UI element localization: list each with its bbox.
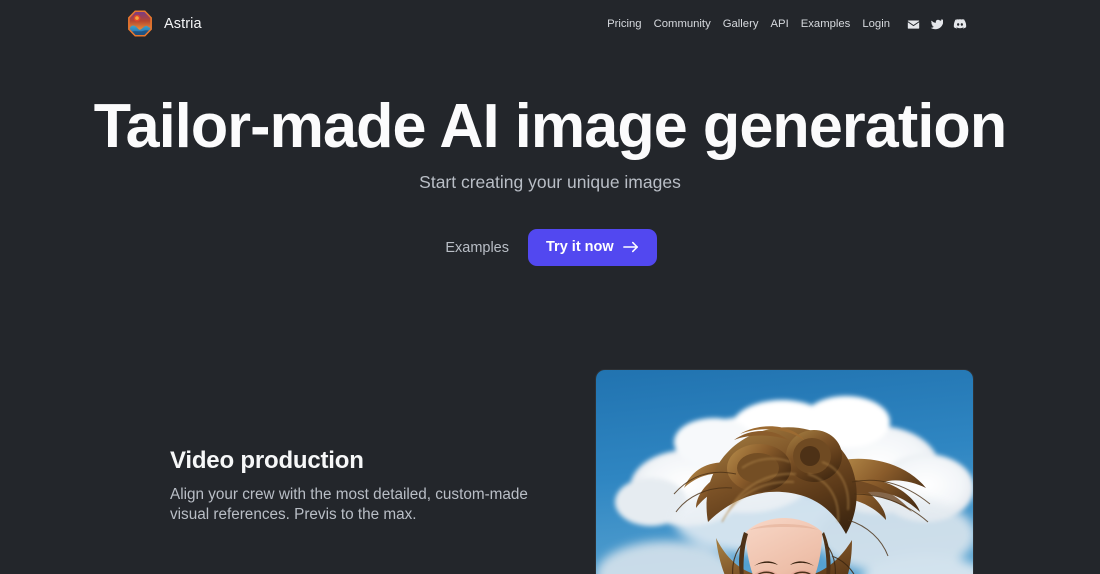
landing-page: Astria Pricing Community Gallery API Exa… — [0, 0, 1100, 574]
social-links — [902, 17, 972, 31]
arrow-right-icon — [622, 240, 639, 254]
brand-home-link[interactable]: Astria — [128, 10, 202, 37]
nav-link-examples[interactable]: Examples — [795, 17, 857, 31]
nav-link-api[interactable]: API — [765, 17, 795, 31]
feature-generated-image — [596, 370, 973, 574]
feature-video-production: Video production Align your crew with th… — [0, 370, 1100, 574]
site-header: Astria Pricing Community Gallery API Exa… — [0, 0, 1100, 47]
astria-octagon-logo-icon — [128, 10, 152, 37]
astria-octagon-logo-svg — [128, 10, 152, 37]
nav-link-community[interactable]: Community — [648, 17, 717, 31]
envelope-icon — [907, 18, 920, 31]
discord-link[interactable] — [948, 17, 972, 31]
primary-navigation: Pricing Community Gallery API Examples L… — [601, 17, 972, 31]
twitter-icon — [930, 18, 943, 31]
nav-link-login[interactable]: Login — [856, 17, 896, 31]
nav-link-gallery[interactable]: Gallery — [717, 17, 765, 31]
hero-subtitle: Start creating your unique images — [419, 172, 681, 192]
feature-title: Video production — [170, 447, 364, 474]
try-it-now-button[interactable]: Try it now — [528, 229, 657, 266]
page-title: Tailor-made AI image generation — [93, 92, 1007, 161]
try-it-now-label: Try it now — [546, 239, 614, 255]
feature-body: Align your crew with the most detailed, … — [170, 486, 528, 523]
discord-icon — [953, 17, 967, 31]
feature-image-card[interactable] — [596, 370, 973, 574]
feature-text-block: Video production Align your crew with th… — [170, 446, 540, 524]
brand-name: Astria — [164, 15, 202, 32]
nav-link-pricing[interactable]: Pricing — [601, 17, 648, 31]
hero-examples-link[interactable]: Examples — [443, 234, 511, 262]
twitter-link[interactable] — [925, 18, 948, 31]
hero-cta-group: Examples Try it now — [0, 229, 1100, 266]
email-link[interactable] — [902, 18, 925, 31]
